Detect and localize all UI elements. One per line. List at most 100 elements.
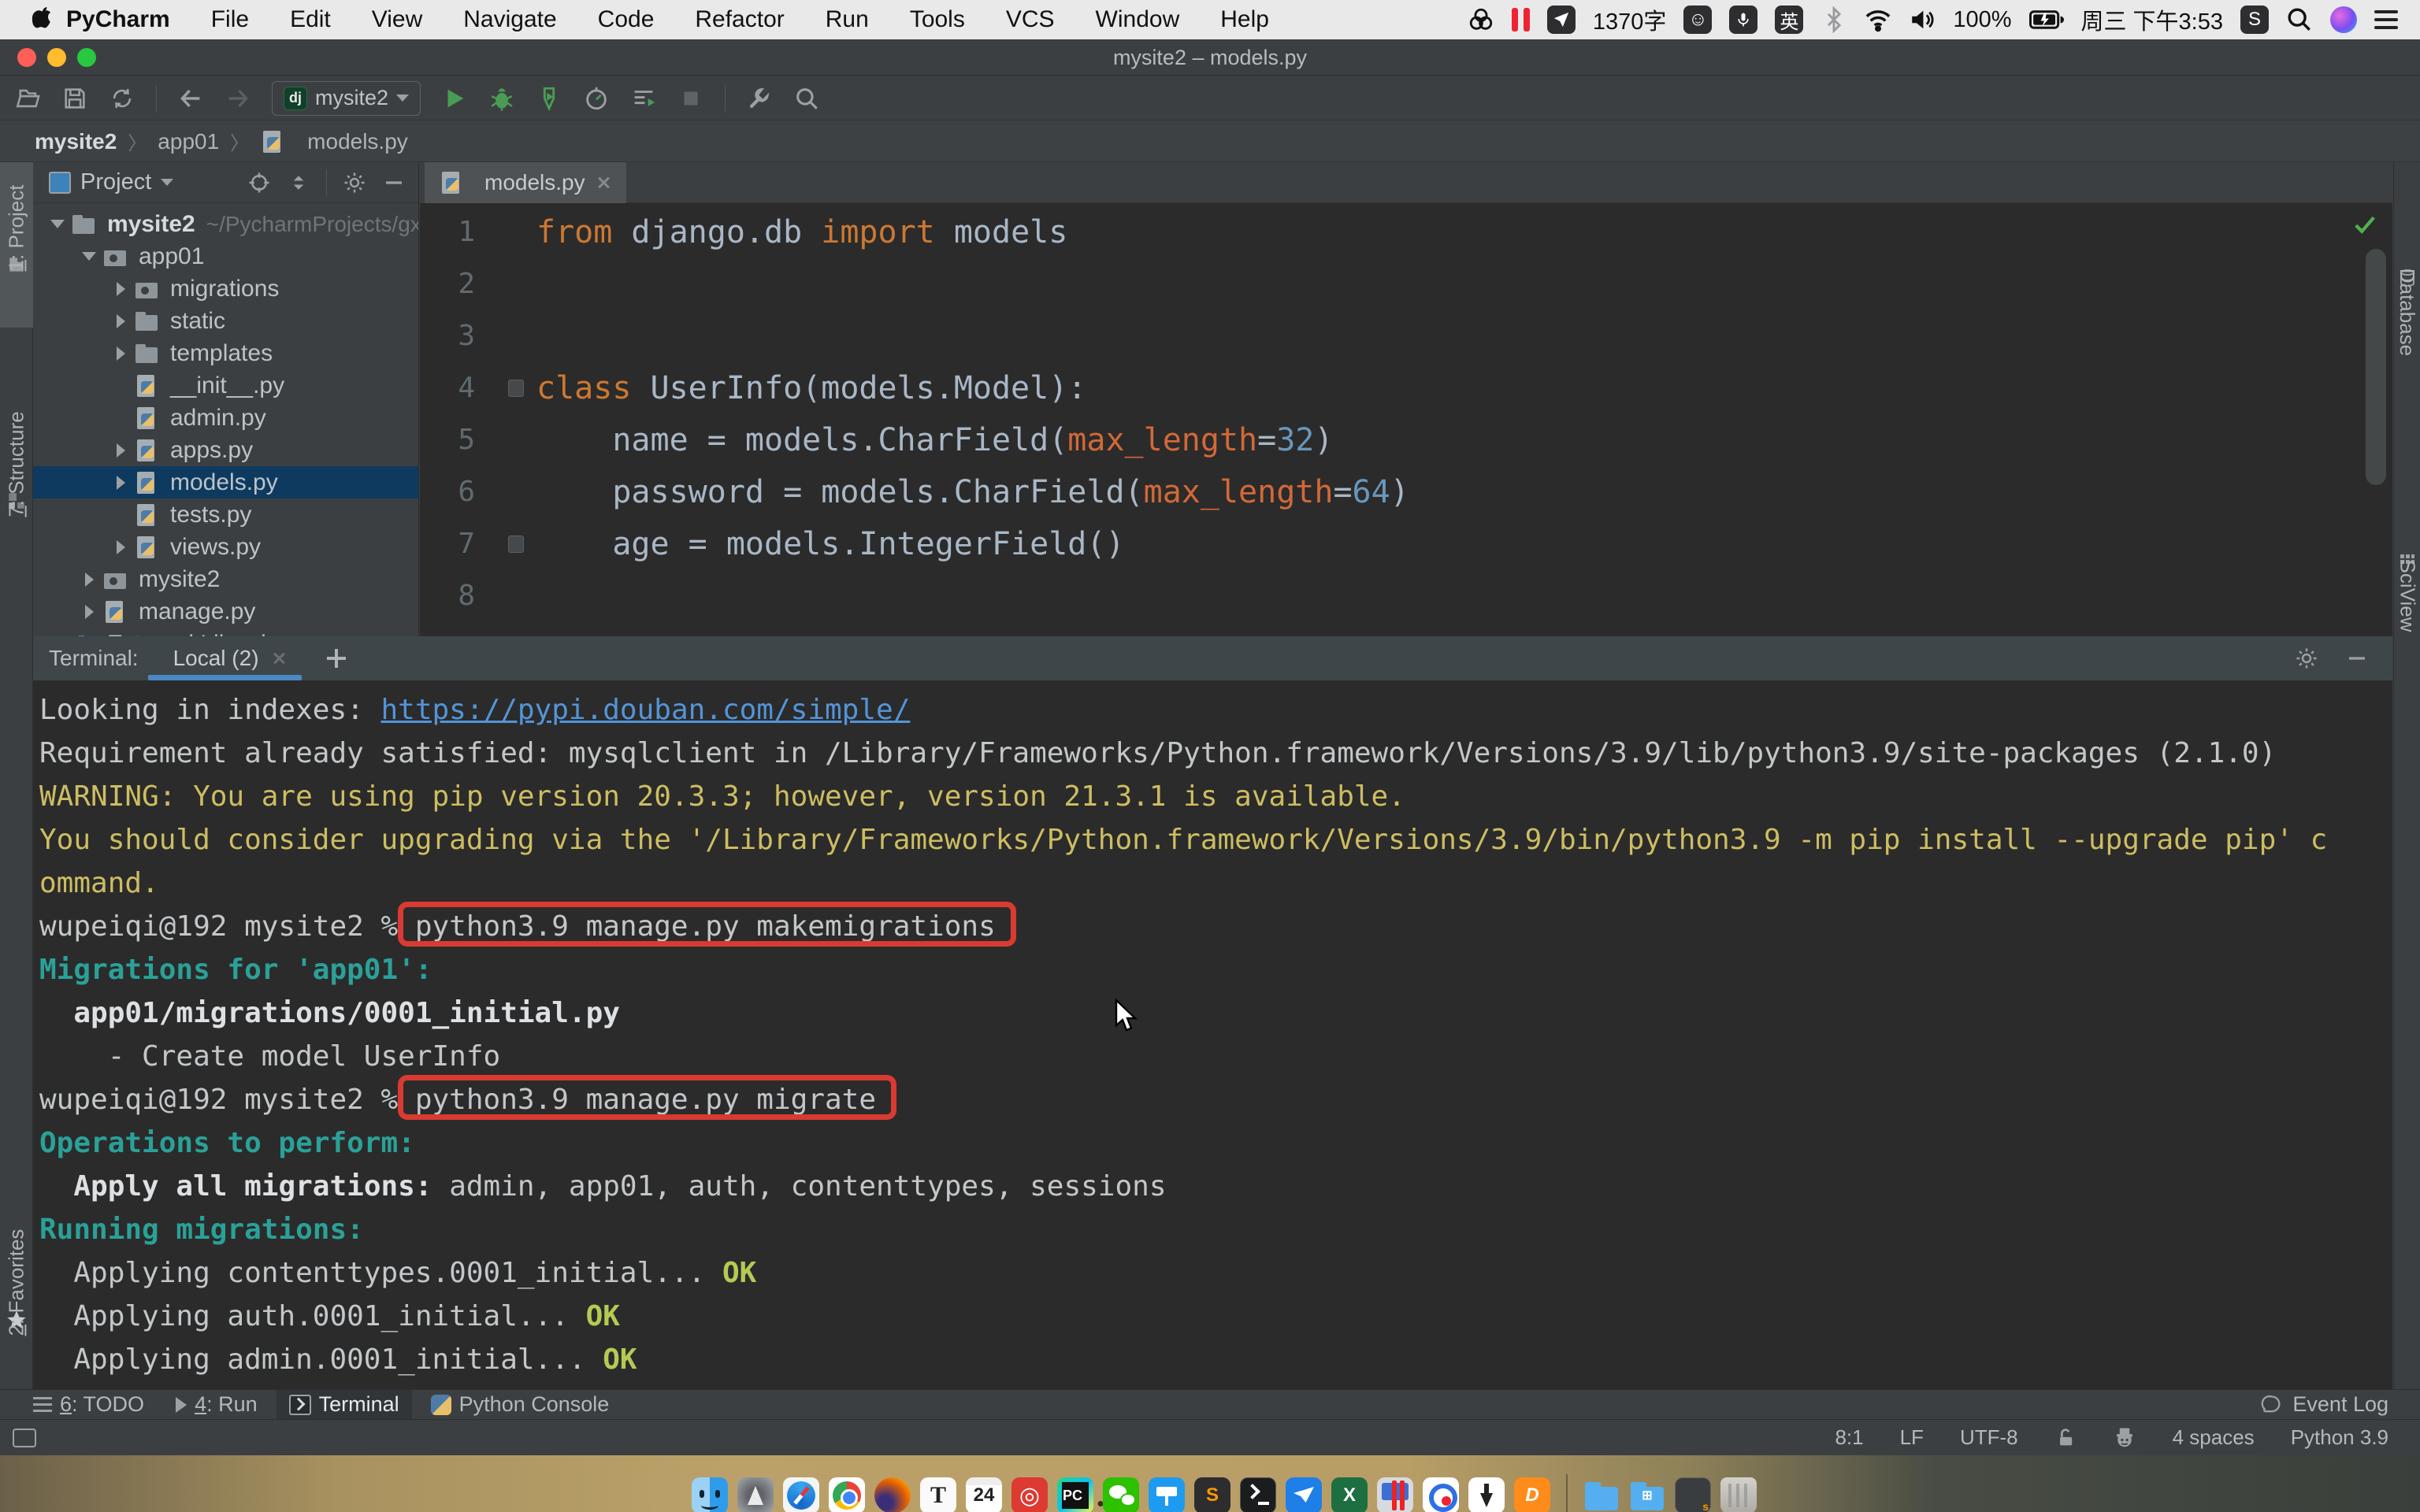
project-panel-header[interactable]: Project bbox=[33, 162, 418, 203]
unlock-icon[interactable] bbox=[2054, 1427, 2077, 1449]
sidebar-item-structure[interactable]: 7: Structure bbox=[0, 391, 33, 572]
tree-collapsed-arrow-icon[interactable] bbox=[76, 605, 102, 619]
event-log-button[interactable]: Event Log bbox=[2261, 1392, 2420, 1417]
tree-collapsed-arrow-icon[interactable] bbox=[107, 540, 134, 554]
tree-item-mysite2[interactable]: mysite2~/PycharmProjects/gx bbox=[33, 208, 418, 240]
save-all-icon[interactable] bbox=[61, 85, 88, 112]
file-encoding[interactable]: UTF-8 bbox=[1960, 1425, 2018, 1450]
indent-setting[interactable]: 4 spaces bbox=[2173, 1425, 2255, 1450]
sidebar-item-favorites[interactable]: 2: Favorites bbox=[0, 1210, 33, 1391]
dingtalk-menubar-icon[interactable] bbox=[1547, 6, 1576, 34]
menu-vcs[interactable]: VCS bbox=[985, 6, 1075, 33]
locate-file-icon[interactable] bbox=[247, 171, 271, 195]
debug-button[interactable] bbox=[488, 85, 515, 112]
dock-wechat[interactable] bbox=[1103, 1477, 1139, 1512]
dock-dingtalk[interactable] bbox=[1286, 1477, 1322, 1512]
tree-item-views.py[interactable]: views.py bbox=[33, 531, 418, 563]
toolwindow-run[interactable]: 4: Run bbox=[163, 1390, 270, 1420]
tree-item-__init__.py[interactable]: __init__.py bbox=[33, 369, 418, 402]
dock-typora[interactable]: T bbox=[920, 1477, 956, 1512]
toolwindow-todo[interactable]: 6: TODO bbox=[20, 1390, 157, 1420]
tree-item-mysite2[interactable]: mysite2 bbox=[33, 563, 418, 595]
gear-icon[interactable] bbox=[2295, 647, 2318, 670]
tree-item-apps.py[interactable]: apps.py bbox=[33, 434, 418, 466]
tree-expanded-arrow-icon[interactable] bbox=[76, 252, 102, 261]
microphone-icon[interactable] bbox=[1729, 6, 1757, 34]
tree-collapsed-arrow-icon[interactable] bbox=[107, 476, 134, 490]
close-icon[interactable] bbox=[595, 174, 612, 191]
tree-item-admin.py[interactable]: admin.py bbox=[33, 402, 418, 434]
emoji-input-icon[interactable]: ☺ bbox=[1683, 6, 1712, 34]
siri-icon[interactable] bbox=[2330, 6, 2357, 33]
fold-marker-icon[interactable] bbox=[508, 380, 524, 397]
sidebar-item-sciview[interactable]: SciView bbox=[2394, 469, 2420, 690]
dock-safari[interactable] bbox=[783, 1477, 819, 1512]
dock-calendar[interactable]: 24 bbox=[966, 1477, 1002, 1512]
dock-folder-blue[interactable] bbox=[1583, 1477, 1620, 1512]
dock-finder[interactable] bbox=[692, 1477, 728, 1512]
tree-item-models.py[interactable]: models.py bbox=[33, 466, 418, 498]
menubar-clock[interactable]: 周三 下午3:53 bbox=[2081, 3, 2224, 36]
menu-window[interactable]: Window bbox=[1075, 6, 1201, 33]
dock-netease-music[interactable]: ◎ bbox=[1011, 1477, 1048, 1512]
wrench-settings-icon[interactable] bbox=[746, 85, 773, 112]
screen-recording-indicator-icon[interactable] bbox=[1512, 8, 1530, 32]
run-with-coverage-button[interactable] bbox=[536, 85, 562, 112]
apple-logo-icon[interactable] bbox=[32, 6, 55, 33]
dock-sublime-text[interactable]: S bbox=[1194, 1477, 1230, 1512]
inspections-ok-icon[interactable] bbox=[2351, 213, 2378, 236]
breadcrumb-item-mysite2[interactable]: mysite2 bbox=[35, 129, 117, 154]
clover-icon[interactable] bbox=[1468, 6, 1494, 33]
tree-collapsed-arrow-icon[interactable] bbox=[107, 282, 134, 296]
dock-chrome[interactable] bbox=[829, 1477, 865, 1512]
line-separator[interactable]: LF bbox=[1900, 1425, 1924, 1450]
input-method-icon[interactable]: 英 bbox=[1775, 6, 1803, 34]
menu-file[interactable]: File bbox=[191, 6, 269, 33]
tab-models-py[interactable]: models.py bbox=[425, 162, 626, 203]
dock-firefox[interactable] bbox=[874, 1477, 911, 1512]
fold-marker-icon[interactable] bbox=[508, 536, 524, 553]
code-area[interactable]: from django.db import modelsclass UserIn… bbox=[536, 206, 2392, 636]
dock-baidu-netdisk[interactable] bbox=[1423, 1477, 1459, 1512]
shottr-icon[interactable]: S bbox=[2240, 6, 2269, 34]
stop-button[interactable] bbox=[677, 85, 704, 112]
terminal-output[interactable]: Looking in indexes: https://pypi.douban.… bbox=[39, 688, 2392, 1391]
sync-icon[interactable] bbox=[109, 85, 135, 112]
menu-navigate[interactable]: Navigate bbox=[443, 6, 577, 33]
menu-pycharm[interactable]: PyCharm bbox=[55, 6, 191, 33]
menu-run[interactable]: Run bbox=[805, 6, 889, 33]
toolwindow-switcher-icon[interactable] bbox=[13, 1429, 36, 1447]
dock-terminal[interactable] bbox=[1240, 1477, 1276, 1512]
dock-folder-windows[interactable]: ⊞ bbox=[1629, 1477, 1665, 1512]
run-button[interactable] bbox=[441, 85, 468, 112]
run-anything-button[interactable] bbox=[630, 85, 657, 112]
tree-collapsed-arrow-icon[interactable] bbox=[107, 346, 134, 361]
python-interpreter[interactable]: Python 3.9 bbox=[2291, 1425, 2388, 1450]
inspector-hector-icon[interactable] bbox=[2113, 1426, 2136, 1450]
minimize-panel-icon[interactable] bbox=[2345, 647, 2369, 670]
menu-edit[interactable]: Edit bbox=[269, 6, 351, 33]
sidebar-item-database[interactable]: Database bbox=[2394, 178, 2420, 414]
bluetooth-icon[interactable] bbox=[1821, 6, 1847, 33]
close-icon[interactable] bbox=[270, 650, 288, 667]
breadcrumb-item-models.py[interactable]: models.py bbox=[307, 129, 408, 154]
menu-code[interactable]: Code bbox=[577, 6, 675, 33]
dock-pycharm[interactable]: PC bbox=[1057, 1477, 1093, 1512]
notification-center-icon[interactable] bbox=[2374, 6, 2398, 34]
dock-trash[interactable] bbox=[1720, 1477, 1757, 1512]
gear-icon[interactable] bbox=[343, 171, 366, 195]
menu-view[interactable]: View bbox=[351, 6, 443, 33]
tree-collapsed-arrow-icon[interactable] bbox=[76, 573, 102, 587]
breadcrumb-item-app01[interactable]: app01 bbox=[158, 129, 219, 154]
forward-icon[interactable] bbox=[225, 85, 251, 112]
tree-item-static[interactable]: static bbox=[33, 305, 418, 337]
menu-help[interactable]: Help bbox=[1200, 6, 1290, 33]
tree-item-External Libraries[interactable]: External Libraries bbox=[33, 628, 418, 636]
dock-screen-record[interactable] bbox=[1377, 1477, 1413, 1512]
wifi-icon[interactable] bbox=[1865, 6, 1891, 33]
terminal-tab-local[interactable]: Local (2) bbox=[167, 636, 294, 680]
back-icon[interactable] bbox=[177, 85, 204, 112]
editor-scrollbar[interactable] bbox=[2366, 249, 2386, 485]
sidebar-item-project[interactable]: 1: Project bbox=[0, 162, 33, 328]
open-icon[interactable] bbox=[14, 85, 41, 112]
